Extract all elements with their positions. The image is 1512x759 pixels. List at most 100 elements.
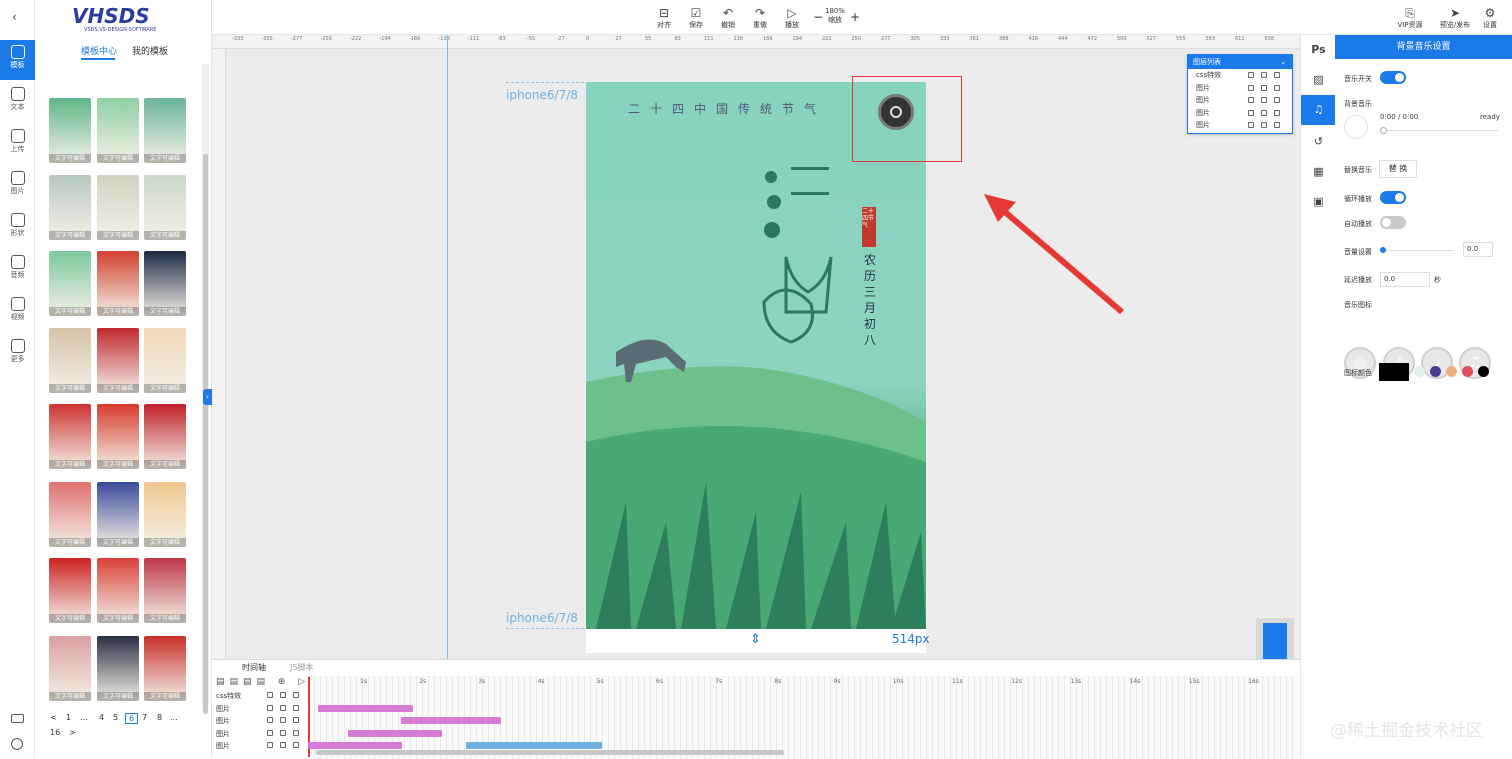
template-thumbnail[interactable]: 文字可编辑 bbox=[97, 175, 139, 240]
eye-icon[interactable] bbox=[1261, 84, 1267, 91]
unlock-icon[interactable] bbox=[293, 704, 299, 711]
undo-button[interactable]: ↶ 撤销 bbox=[713, 6, 743, 30]
loop-toggle[interactable] bbox=[1380, 191, 1406, 204]
page-number[interactable]: 8 bbox=[157, 713, 162, 722]
replace-button[interactable]: 替 换 bbox=[1379, 160, 1417, 178]
zoom-in-button[interactable]: + bbox=[850, 10, 860, 24]
rail-text[interactable]: 文本 bbox=[0, 82, 35, 122]
template-thumbnail[interactable]: 文字可编辑 bbox=[97, 404, 139, 469]
play-disc-icon[interactable] bbox=[1344, 115, 1368, 139]
ps-button[interactable]: Ps bbox=[1301, 35, 1336, 65]
template-thumbnail[interactable]: 文字可编辑 bbox=[144, 98, 186, 163]
vip-button[interactable]: ⎘ VIP资源 bbox=[1395, 6, 1425, 30]
unlock-icon[interactable] bbox=[1274, 109, 1280, 116]
timeline-clip[interactable] bbox=[308, 742, 402, 749]
prev-page-button[interactable]: < bbox=[50, 713, 57, 722]
align-button[interactable]: ⊟ 对齐 bbox=[649, 6, 679, 30]
current-color-swatch[interactable] bbox=[1379, 363, 1409, 381]
tab-js-script[interactable]: JS脚本 bbox=[290, 662, 313, 673]
color-swatch[interactable] bbox=[1462, 366, 1473, 377]
template-thumbnail[interactable]: 文字可编辑 bbox=[97, 251, 139, 316]
rail-templates[interactable]: 模板 bbox=[0, 40, 35, 80]
layer-row[interactable]: 图片 bbox=[1188, 107, 1292, 120]
tab-timeline[interactable]: 时间轴 bbox=[242, 662, 266, 673]
template-thumbnail[interactable]: 文字可编辑 bbox=[97, 558, 139, 623]
layer-row[interactable]: 图片 bbox=[1188, 82, 1292, 95]
unlock-icon[interactable] bbox=[1274, 97, 1280, 103]
color-swatch[interactable] bbox=[1430, 366, 1441, 377]
rail-shape[interactable]: 形状 bbox=[0, 208, 35, 248]
tab-my-templates[interactable]: 我的模板 bbox=[132, 44, 168, 57]
eye-icon[interactable] bbox=[280, 704, 286, 711]
music-disc-icon[interactable] bbox=[878, 94, 914, 130]
edit-icon[interactable] bbox=[1248, 97, 1254, 103]
timeline-clip[interactable] bbox=[348, 730, 442, 737]
timeline-scrollbar[interactable] bbox=[316, 750, 784, 755]
eye-icon[interactable] bbox=[280, 729, 286, 736]
music-progress-track[interactable] bbox=[1380, 127, 1498, 134]
template-thumbnail[interactable]: 文字可编辑 bbox=[144, 251, 186, 316]
rail-more[interactable]: 更多 bbox=[0, 334, 35, 374]
layer-row[interactable]: 图片 bbox=[1188, 119, 1292, 132]
edit-icon[interactable] bbox=[1248, 72, 1254, 78]
timeline-clip[interactable] bbox=[318, 705, 413, 712]
volume-slider[interactable] bbox=[1380, 247, 1454, 253]
guide-line[interactable] bbox=[447, 35, 448, 675]
timeline-row-label[interactable]: 图片 bbox=[216, 716, 230, 726]
timeline-clip[interactable] bbox=[466, 742, 602, 749]
eye-icon[interactable] bbox=[280, 717, 286, 723]
collapse-panel-button[interactable]: ‹ bbox=[203, 389, 212, 405]
template-thumbnail[interactable]: 文字可编辑 bbox=[144, 482, 186, 547]
layer-list-header[interactable]: 图层列表 ⌄ bbox=[1188, 55, 1292, 69]
texture-icon[interactable]: ▨ bbox=[1301, 65, 1336, 95]
page-number[interactable]: 5 bbox=[113, 713, 118, 722]
music-switch-toggle[interactable] bbox=[1380, 71, 1406, 84]
save-button[interactable]: ☑ 保存 bbox=[681, 6, 711, 30]
color-swatch[interactable] bbox=[1446, 366, 1457, 377]
back-chevron-icon[interactable]: ‹ bbox=[12, 10, 17, 24]
template-thumbnail[interactable]: 文字可编辑 bbox=[49, 482, 91, 547]
template-thumbnail[interactable]: 文字可编辑 bbox=[144, 404, 186, 469]
music-note-icon[interactable]: ♫ bbox=[1301, 95, 1336, 125]
timeline-clip[interactable] bbox=[401, 717, 501, 724]
page-number[interactable]: 7 bbox=[142, 713, 147, 722]
user-icon[interactable] bbox=[11, 738, 23, 750]
keyboard-icon[interactable] bbox=[11, 714, 24, 723]
play-button[interactable]: ▷ 播放 bbox=[777, 6, 807, 30]
autoplay-toggle[interactable] bbox=[1380, 216, 1406, 229]
page-number[interactable]: 4 bbox=[99, 713, 104, 722]
template-thumbnail[interactable]: 文字可编辑 bbox=[97, 636, 139, 701]
timeline-row-label[interactable]: 图片 bbox=[216, 729, 230, 739]
unlock-icon[interactable] bbox=[293, 692, 299, 698]
timeline-row-label[interactable]: 图片 bbox=[216, 704, 230, 714]
rail-video[interactable]: 视频 bbox=[0, 292, 35, 332]
unlock-icon[interactable] bbox=[1274, 72, 1280, 78]
edit-icon[interactable] bbox=[267, 717, 273, 723]
eye-icon[interactable] bbox=[1261, 122, 1267, 128]
unlock-icon[interactable] bbox=[1274, 84, 1280, 91]
redo-button[interactable]: ↷ 重做 bbox=[745, 6, 775, 30]
template-thumbnail[interactable]: 文字可编辑 bbox=[144, 558, 186, 623]
unlock-icon[interactable] bbox=[293, 729, 299, 736]
eye-icon[interactable] bbox=[280, 742, 286, 748]
edit-icon[interactable] bbox=[1248, 109, 1254, 116]
edit-icon[interactable] bbox=[267, 729, 273, 736]
edit-icon[interactable] bbox=[267, 742, 273, 748]
template-thumbnail[interactable]: 文字可编辑 bbox=[49, 175, 91, 240]
preview-publish-button[interactable]: ➤ 预览/发布 bbox=[1437, 6, 1473, 30]
template-thumbnail[interactable]: 文字可编辑 bbox=[144, 328, 186, 393]
template-thumbnail[interactable]: 文字可编辑 bbox=[49, 251, 91, 316]
template-thumbnail[interactable]: 文字可编辑 bbox=[49, 404, 91, 469]
edit-icon[interactable] bbox=[1248, 84, 1254, 91]
template-thumbnail[interactable]: 文字可编辑 bbox=[97, 98, 139, 163]
template-thumbnail[interactable]: 文字可编辑 bbox=[97, 482, 139, 547]
color-swatch[interactable] bbox=[1478, 366, 1489, 377]
eye-icon[interactable] bbox=[280, 692, 286, 698]
scrollbar[interactable] bbox=[202, 64, 209, 714]
template-thumbnail[interactable]: 文字可编辑 bbox=[144, 175, 186, 240]
next-page-button[interactable]: > bbox=[69, 728, 76, 737]
tab-template-center[interactable]: 模板中心 bbox=[81, 44, 117, 57]
rail-audio[interactable]: 音频 bbox=[0, 250, 35, 290]
page-number[interactable]: 6 bbox=[125, 713, 139, 724]
edit-icon[interactable] bbox=[1248, 122, 1254, 128]
